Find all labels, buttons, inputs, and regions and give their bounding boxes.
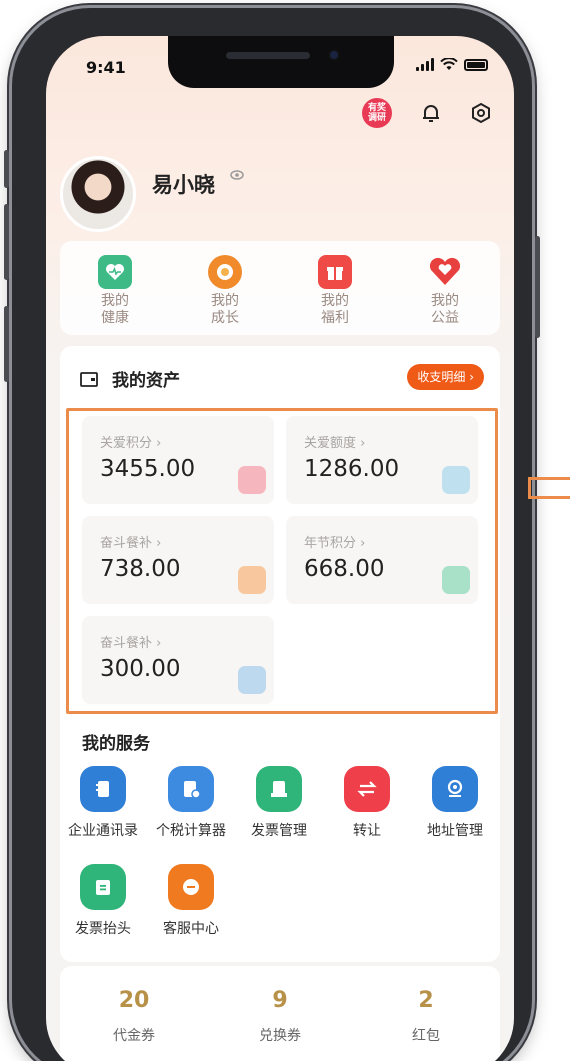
stat-value: 2: [418, 988, 434, 1013]
survey-icon[interactable]: 有奖 调研: [362, 98, 392, 128]
invoice-title-icon: [80, 864, 126, 910]
assets-card: 我的资产 收支明细 › 关爱积分 › 3455.00 关爱额度 › 1286.0…: [60, 346, 500, 962]
service-invoice-title[interactable]: 发票抬头: [58, 864, 148, 938]
battery-icon: [464, 58, 488, 71]
header-actions: 有奖 调研: [362, 98, 492, 128]
status-time: 9:41: [86, 58, 126, 77]
speaker: [226, 52, 310, 59]
signal-icon: [416, 58, 434, 71]
stat-label: 红包: [412, 1028, 440, 1044]
service-contacts[interactable]: 企业通讯录: [58, 766, 148, 840]
medal-icon: [208, 255, 242, 289]
stat-exchange-coupons[interactable]: 9 兑换券: [230, 988, 330, 1045]
quick-health[interactable]: 我的 健康: [75, 255, 155, 335]
charity-heart-icon: [428, 255, 462, 289]
stat-red-packets[interactable]: 2 红包: [376, 988, 476, 1045]
app-screen: 9:41 有奖 调研 易小晓 我的 健康 我的 成长 我的 福利 我的 公益 我…: [46, 36, 514, 1061]
calculator-icon: [168, 766, 214, 812]
wallet-icon: [80, 371, 98, 387]
assets-header: 我的资产: [80, 366, 180, 391]
service-label: 客服中心: [163, 921, 219, 937]
service-transfer[interactable]: 转让: [322, 766, 412, 840]
service-invoice[interactable]: 发票管理: [234, 766, 324, 840]
annotation-connector: [528, 477, 570, 499]
assets-highlight-box: [66, 408, 498, 714]
stat-label: 代金券: [113, 1028, 155, 1044]
phone-frame: 9:41 有奖 调研 易小晓 我的 健康 我的 成长 我的 福利 我的 公益 我…: [4, 8, 540, 1061]
status-icons: [416, 58, 488, 71]
volume-down-button: [4, 306, 9, 382]
notch: [168, 36, 394, 88]
stat-value: 9: [272, 988, 288, 1013]
contacts-icon: [80, 766, 126, 812]
coupon-stats: 20 代金券 9 兑换券 2 红包: [60, 966, 500, 1061]
wifi-icon: [440, 58, 458, 70]
assets-title: 我的资产: [112, 371, 180, 391]
stat-vouchers[interactable]: 20 代金券: [84, 988, 184, 1045]
quick-charity[interactable]: 我的 公益: [405, 255, 485, 335]
gift-icon: [318, 255, 352, 289]
services-title: 我的服务: [82, 734, 150, 754]
quick-label: 成长: [211, 310, 239, 326]
service-label: 地址管理: [427, 823, 483, 839]
quick-label: 福利: [321, 310, 349, 326]
user-name[interactable]: 易小晓: [152, 169, 215, 199]
invoice-icon: [256, 766, 302, 812]
service-label: 发票管理: [251, 823, 307, 839]
service-tax-calculator[interactable]: 个税计算器: [146, 766, 236, 840]
avatar[interactable]: [60, 156, 136, 232]
service-label: 转让: [353, 823, 381, 839]
quick-welfare[interactable]: 我的 福利: [295, 255, 375, 335]
quick-label: 健康: [101, 310, 129, 326]
settings-hex-icon[interactable]: [470, 102, 492, 124]
quick-label: 我的: [211, 293, 239, 309]
service-label: 个税计算器: [156, 823, 226, 839]
quick-label: 公益: [431, 310, 459, 326]
volume-up-button: [4, 204, 9, 280]
customer-service-icon: [168, 864, 214, 910]
service-label: 企业通讯录: [68, 823, 138, 839]
bell-icon[interactable]: [420, 102, 442, 124]
service-address[interactable]: 地址管理: [410, 766, 500, 840]
power-button: [535, 236, 540, 338]
mute-switch: [4, 150, 9, 188]
statement-detail-button[interactable]: 收支明细 ›: [407, 364, 484, 390]
camera: [328, 49, 340, 61]
eye-icon[interactable]: [230, 170, 244, 180]
heart-pulse-icon: [98, 255, 132, 289]
quick-label: 我的: [101, 293, 129, 309]
quick-links-card: 我的 健康 我的 成长 我的 福利 我的 公益: [60, 241, 500, 335]
service-label: 发票抬头: [75, 921, 131, 937]
service-customer-center[interactable]: 客服中心: [146, 864, 236, 938]
quick-label: 我的: [321, 293, 349, 309]
quick-label: 我的: [431, 293, 459, 309]
stat-label: 兑换券: [259, 1028, 301, 1044]
stat-value: 20: [118, 988, 150, 1013]
location-icon: [432, 766, 478, 812]
quick-growth[interactable]: 我的 成长: [185, 255, 265, 335]
transfer-icon: [344, 766, 390, 812]
